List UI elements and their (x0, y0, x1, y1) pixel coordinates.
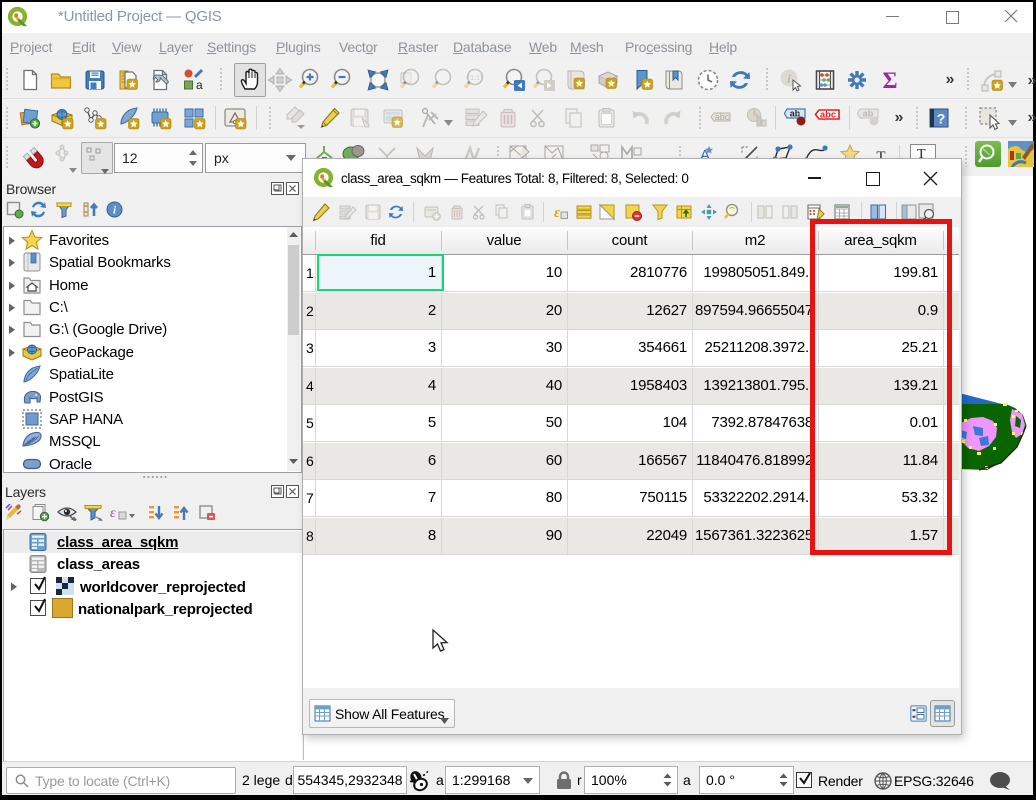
svg-text:?: ? (937, 111, 946, 127)
svg-text:»: » (1028, 72, 1036, 89)
svg-text:abc: abc (715, 112, 730, 122)
svg-text:ε: ε (110, 506, 116, 521)
svg-text:Σ: Σ (882, 68, 897, 92)
svg-text:»: » (895, 109, 904, 126)
svg-text:abc: abc (820, 110, 836, 121)
svg-text:a: a (196, 78, 203, 92)
svg-text:ε: ε (554, 205, 561, 221)
svg-text:»: » (946, 71, 955, 88)
svg-text:(1:1): (1:1) (468, 75, 482, 82)
svg-text:»: » (1028, 109, 1036, 126)
